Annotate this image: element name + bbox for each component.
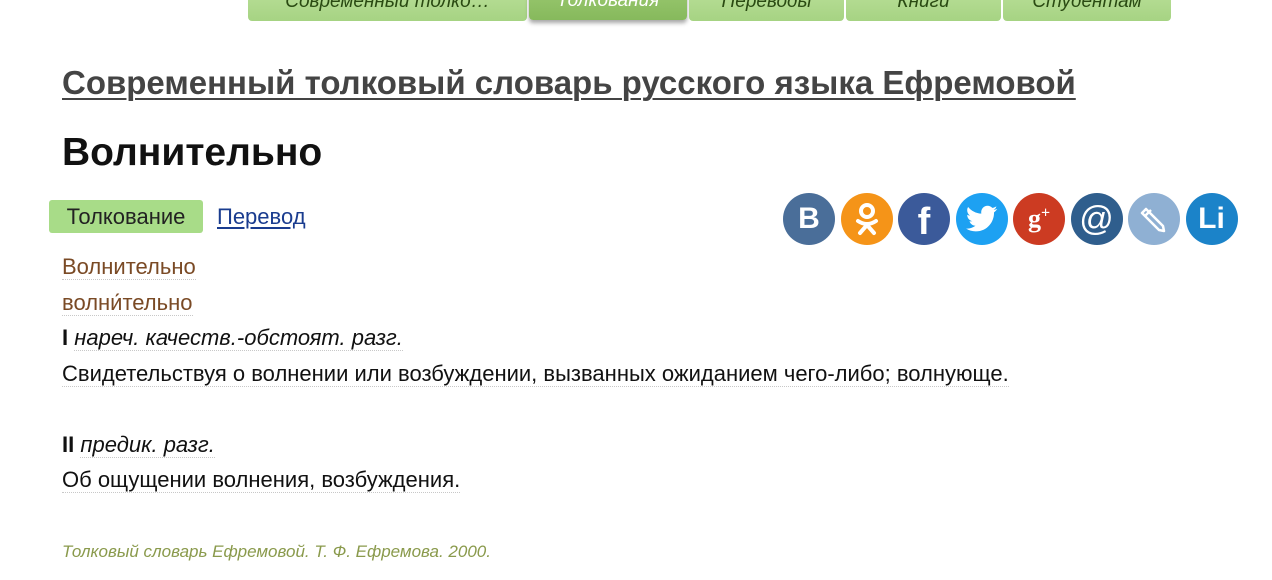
sense-2-numeral: II xyxy=(62,432,75,457)
mail-icon: @ xyxy=(1079,199,1114,238)
vk-icon: В xyxy=(798,202,820,235)
sense-1-definition: Свидетельствуя о волнении или возбуждени… xyxy=(62,361,1009,387)
top-tabs: Современный толко… Толкования Переводы К… xyxy=(248,0,1173,21)
livejournal-share-button[interactable] xyxy=(1128,193,1180,245)
page-title: Волнительно xyxy=(62,131,323,174)
tab-efremova[interactable]: Современный толко… xyxy=(248,0,527,21)
liveinternet-share-button[interactable]: Li xyxy=(1185,193,1238,245)
twitter-icon xyxy=(965,205,997,232)
subtab-translation-link[interactable]: Перевод xyxy=(217,204,306,230)
tab-translations[interactable]: Переводы xyxy=(689,0,844,21)
google-plus-icon: g+ xyxy=(1027,204,1051,233)
sense-1-grammar-text: нареч. качеств.-обстоят. разг. xyxy=(74,325,403,351)
sense-2-grammar-text: предик. разг. xyxy=(80,432,215,458)
pencil-icon xyxy=(1140,207,1166,233)
sense-1-numeral: I xyxy=(62,325,69,350)
odnoklassniki-share-button[interactable] xyxy=(840,193,893,245)
tab-interpretations[interactable]: Толкования xyxy=(529,0,687,20)
entry-stressed-form: волни́тельно xyxy=(62,290,193,316)
source-citation: Толковый словарь Ефремовой. Т. Ф. Ефремо… xyxy=(62,542,491,561)
dictionary-title-link[interactable]: Современный толковый словарь русского яз… xyxy=(62,64,1076,102)
odnoklassniki-icon xyxy=(855,203,878,235)
tab-books[interactable]: Книги xyxy=(846,0,1001,21)
facebook-share-button[interactable]: f xyxy=(898,193,950,245)
social-share-bar: В f g+ @ Li xyxy=(783,193,1243,245)
liveinternet-icon: Li xyxy=(1198,202,1225,235)
sense-2-definition: Об ощущении волнения, возбуждения. xyxy=(62,467,461,493)
twitter-share-button[interactable] xyxy=(955,193,1008,245)
subtab-interpretation[interactable]: Толкование xyxy=(49,200,203,233)
entry-headword: Волнительно xyxy=(62,254,196,280)
sense-1-grammar: I нареч. качеств.-обстоят. разг. xyxy=(62,325,403,351)
vk-share-button[interactable]: В xyxy=(783,193,835,245)
google-plus-share-button[interactable]: g+ xyxy=(1013,193,1065,245)
sense-2-grammar: II предик. разг. xyxy=(62,432,215,458)
facebook-icon: f xyxy=(917,200,931,243)
mail-share-button[interactable]: @ xyxy=(1070,193,1123,245)
tab-students[interactable]: Студентам xyxy=(1003,0,1171,21)
